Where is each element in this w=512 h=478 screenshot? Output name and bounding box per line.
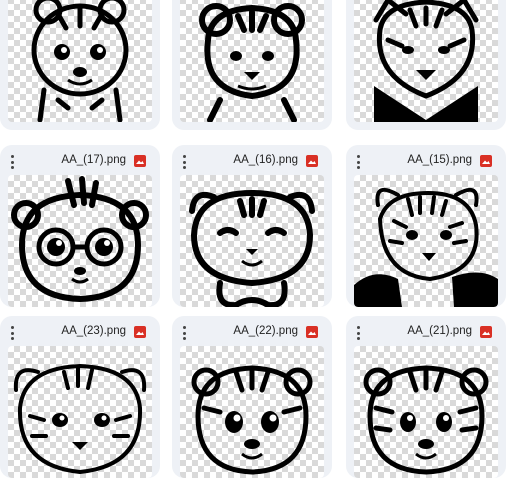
- tiger-cub-drawing: [13, 363, 147, 475]
- more-vertical-icon[interactable]: [9, 155, 15, 169]
- more-vertical-icon[interactable]: [9, 326, 15, 340]
- image-file-icon: [134, 155, 146, 167]
- file-card[interactable]: AA_(16).png: [172, 145, 332, 307]
- file-thumbnail[interactable]: [8, 175, 152, 307]
- more-vertical-icon[interactable]: [181, 326, 187, 340]
- file-thumbnail[interactable]: [180, 0, 324, 122]
- file-name: AA_(21).png: [407, 325, 472, 337]
- file-name: AA_(17).png: [61, 154, 126, 166]
- card-header: AA_(17).png: [0, 145, 160, 179]
- detailed-tiger-cub-drawing: [354, 187, 498, 307]
- file-thumbnail[interactable]: [180, 175, 324, 307]
- more-vertical-icon[interactable]: [181, 155, 187, 169]
- file-card[interactable]: AA_(23).png: [0, 316, 160, 478]
- file-thumbnail[interactable]: [354, 175, 498, 307]
- tiger-cub-drawing: [31, 0, 129, 122]
- file-card[interactable]: AA_(15).png: [346, 145, 506, 307]
- card-header: AA_(16).png: [172, 145, 332, 179]
- image-file-icon: [306, 326, 318, 338]
- file-card[interactable]: AA_(22).png: [172, 316, 332, 478]
- file-card[interactable]: [0, 0, 160, 130]
- file-name: AA_(16).png: [233, 154, 298, 166]
- image-file-icon: [480, 155, 492, 167]
- image-file-icon: [480, 326, 492, 338]
- tiger-cub-with-glasses-drawing: [11, 176, 149, 303]
- file-card[interactable]: [172, 0, 332, 130]
- file-card[interactable]: [346, 0, 506, 130]
- file-name: AA_(15).png: [407, 154, 472, 166]
- file-card[interactable]: AA_(17).png: [0, 145, 160, 307]
- card-header: AA_(15).png: [346, 145, 506, 179]
- file-thumbnail[interactable]: [8, 0, 152, 122]
- file-thumbnail[interactable]: [180, 346, 324, 478]
- cartoon-tiger-cub-drawing: [191, 365, 313, 475]
- file-name: AA_(23).png: [61, 325, 126, 337]
- card-header: AA_(21).png: [346, 316, 506, 350]
- card-header: AA_(22).png: [172, 316, 332, 350]
- cartoon-tiger-cub-drawing: [363, 365, 489, 475]
- image-file-icon: [306, 155, 318, 167]
- smiling-tiger-cub-drawing: [189, 189, 315, 307]
- file-thumbnail[interactable]: [354, 346, 498, 478]
- tiger-drawing: [373, 0, 479, 122]
- tiger-cub-drawing: [199, 3, 305, 122]
- more-vertical-icon[interactable]: [355, 326, 361, 340]
- image-file-icon: [134, 326, 146, 338]
- file-card[interactable]: AA_(21).png: [346, 316, 506, 478]
- card-header: AA_(23).png: [0, 316, 160, 350]
- file-name: AA_(22).png: [233, 325, 298, 337]
- file-thumbnail[interactable]: [354, 0, 498, 122]
- file-thumbnail[interactable]: [8, 346, 152, 478]
- more-vertical-icon[interactable]: [355, 155, 361, 169]
